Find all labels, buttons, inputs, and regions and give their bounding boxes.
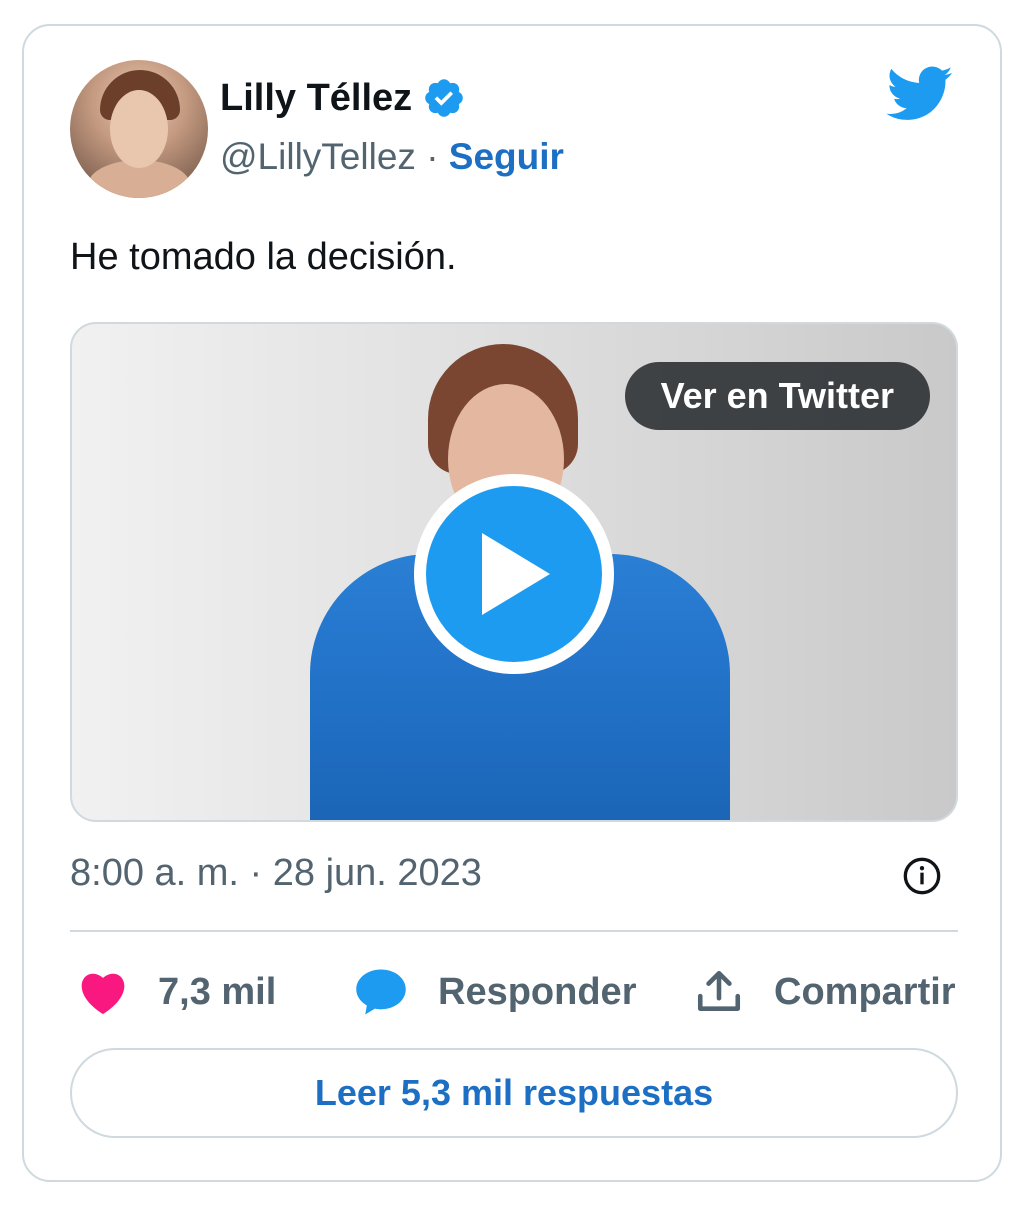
share-upload-icon (697, 970, 741, 1011)
avatar-face (110, 90, 168, 168)
divider (70, 930, 958, 932)
play-button[interactable] (414, 474, 614, 674)
tweet-text: He tomado la decisión. (70, 236, 457, 278)
like-button[interactable]: 7,3 mil (78, 966, 276, 1018)
speech-bubble-icon (356, 969, 406, 1015)
heart-icon (81, 973, 125, 1015)
tweet-timestamp[interactable]: 8:00 a. m. · 28 jun. 2023 (70, 852, 482, 895)
twitter-bird-icon[interactable] (886, 66, 954, 122)
read-replies-button[interactable]: Leer 5,3 mil respuestas (70, 1048, 958, 1138)
play-button-circle (426, 486, 602, 662)
reply-button[interactable]: Responder (354, 966, 636, 1018)
info-icon[interactable] (902, 856, 942, 896)
play-icon (482, 533, 550, 615)
follow-link[interactable]: Seguir (449, 136, 564, 177)
reply-label: Responder (438, 970, 637, 1013)
verified-badge-icon (425, 79, 463, 117)
tweet-card: Lilly Téllez @LillyTellez · Seguir He to… (22, 24, 1002, 1182)
video-thumbnail[interactable]: Ver en Twitter (70, 322, 958, 822)
author-name-row[interactable]: Lilly Téllez (220, 76, 466, 120)
author-name[interactable]: Lilly Téllez (220, 77, 412, 120)
tweet-actions: 7,3 mil Responder Compartir (70, 966, 958, 1018)
share-button[interactable]: Compartir (694, 966, 956, 1018)
avatar[interactable] (70, 60, 208, 198)
handle-separator: · (426, 136, 439, 177)
view-on-twitter-button[interactable]: Ver en Twitter (624, 362, 930, 430)
handle-row: @LillyTellez · Seguir (220, 136, 564, 178)
like-count: 7,3 mil (158, 970, 277, 1013)
author-handle[interactable]: @LillyTellez (220, 136, 416, 177)
share-label: Compartir (774, 970, 956, 1013)
